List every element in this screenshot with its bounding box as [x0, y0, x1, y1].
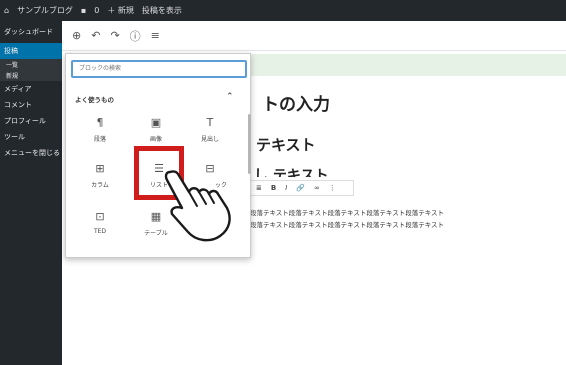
sidebar-item-label: コメント	[4, 101, 32, 109]
heading-block[interactable]: テキスト	[256, 134, 316, 155]
sidebar-item-profile[interactable]: プロフィール	[0, 113, 62, 129]
sidebar-item-label: 投稿	[4, 47, 18, 55]
scrollbar[interactable]	[248, 114, 251, 174]
home-icon[interactable]: ⌂	[4, 6, 9, 15]
block-item-label: 段落	[93, 135, 106, 143]
sidebar-item-tools[interactable]: ツール	[0, 129, 62, 145]
image-icon: ▣	[150, 115, 162, 129]
admin-sidebar: ダッシュボード 投稿 一覧 新規 メディア コメント プロフィール ツール メニ…	[0, 21, 62, 365]
sidebar-subitem-new[interactable]: 新規	[0, 70, 62, 81]
editor-screen: ⌂ サンプルブログ ▪ 0 ＋ 新規 投稿を表示 ダッシュボード 投稿 一覧 新…	[0, 0, 566, 365]
paragraph-line: 段落テキスト段落テキスト段落テキスト段落テキスト段落テキスト	[250, 209, 445, 217]
sidebar-item-label: ダッシュボード	[4, 28, 53, 36]
block-item-label: 見出し	[200, 135, 219, 143]
redo-icon[interactable]: ↷	[110, 29, 119, 42]
chevron-up-icon[interactable]: ⌃	[226, 92, 234, 102]
more-options-icon[interactable]: ⋮	[329, 184, 336, 192]
link-icon[interactable]: 🔗	[296, 184, 305, 192]
block-item-label: TED	[93, 227, 107, 235]
plus-circle-icon[interactable]: ⊕	[72, 29, 81, 42]
info-icon[interactable]: ⓘ	[130, 28, 141, 44]
block-item-label: カラム	[91, 181, 109, 189]
view-post-link[interactable]: 投稿を表示	[142, 5, 182, 16]
block-item-label: 画像	[149, 135, 162, 143]
panel-title: よく使うもの	[75, 96, 114, 104]
notice-bar	[250, 54, 566, 76]
block-search-input[interactable]	[71, 60, 247, 78]
sidebar-item-label: メディア	[4, 85, 32, 93]
sidebar-item-label: ツール	[4, 133, 25, 141]
align-icon[interactable]: ≣	[256, 184, 262, 192]
sidebar-item-label: 新規	[6, 73, 19, 80]
sidebar-item-label: 一覧	[6, 62, 19, 69]
heading-icon: T	[206, 115, 214, 129]
site-name[interactable]: サンプルブログ	[17, 5, 73, 16]
sidebar-item-dashboard[interactable]: ダッシュボード	[0, 21, 62, 43]
comments-count[interactable]: 0	[94, 6, 99, 15]
block-item-image[interactable]: ▣ 画像	[134, 112, 178, 146]
block-item-paragraph[interactable]: ¶ 段落	[78, 112, 122, 146]
sidebar-item-posts[interactable]: 投稿	[0, 43, 62, 59]
new-content-link[interactable]: ＋ 新規	[107, 5, 134, 16]
paragraph-block[interactable]: 段落テキスト段落テキスト段落テキスト段落テキスト段落テキスト 段落テキスト段落テ…	[250, 207, 490, 231]
sidebar-item-label: メニューを閉じる	[4, 149, 60, 157]
sidebar-subitem-all-posts[interactable]: 一覧	[0, 59, 62, 70]
sidebar-item-media[interactable]: メディア	[0, 81, 62, 97]
sidebar-item-collapse[interactable]: メニューを閉じる	[0, 145, 62, 161]
undo-icon[interactable]: ↶	[91, 29, 100, 42]
italic-button[interactable]: I	[285, 184, 287, 192]
block-item-heading[interactable]: T 見出し	[188, 112, 232, 146]
comments-icon[interactable]: ▪	[81, 6, 86, 15]
post-title[interactable]: トの入力	[262, 90, 330, 115]
editor-toolbar: ⊕ ↶ ↷ ⓘ ≡	[62, 21, 566, 51]
paragraph-icon: ¶	[96, 115, 104, 129]
block-item-ted[interactable]: ⊡ TED	[78, 206, 122, 240]
bold-button[interactable]: B	[271, 184, 276, 192]
sidebar-item-comments[interactable]: コメント	[0, 97, 62, 113]
admin-bar: ⌂ サンプルブログ ▪ 0 ＋ 新規 投稿を表示	[0, 0, 566, 21]
pointing-hand-icon	[164, 170, 231, 242]
more-format-icon[interactable]: ∞	[314, 184, 320, 192]
embed-icon: ⊡	[95, 209, 105, 223]
heading-block-2[interactable]: し テキスト	[254, 165, 328, 177]
sidebar-item-label: プロフィール	[4, 117, 46, 125]
block-toolbar: ≣ B I 🔗 ∞ ⋮	[250, 180, 354, 196]
columns-icon: ⊞	[95, 161, 105, 175]
list-outline-icon[interactable]: ≡	[151, 29, 160, 42]
block-item-columns[interactable]: ⊞ カラム	[78, 158, 122, 192]
paragraph-line: 段落テキスト段落テキスト段落テキスト段落テキスト段落テキスト	[250, 221, 445, 229]
